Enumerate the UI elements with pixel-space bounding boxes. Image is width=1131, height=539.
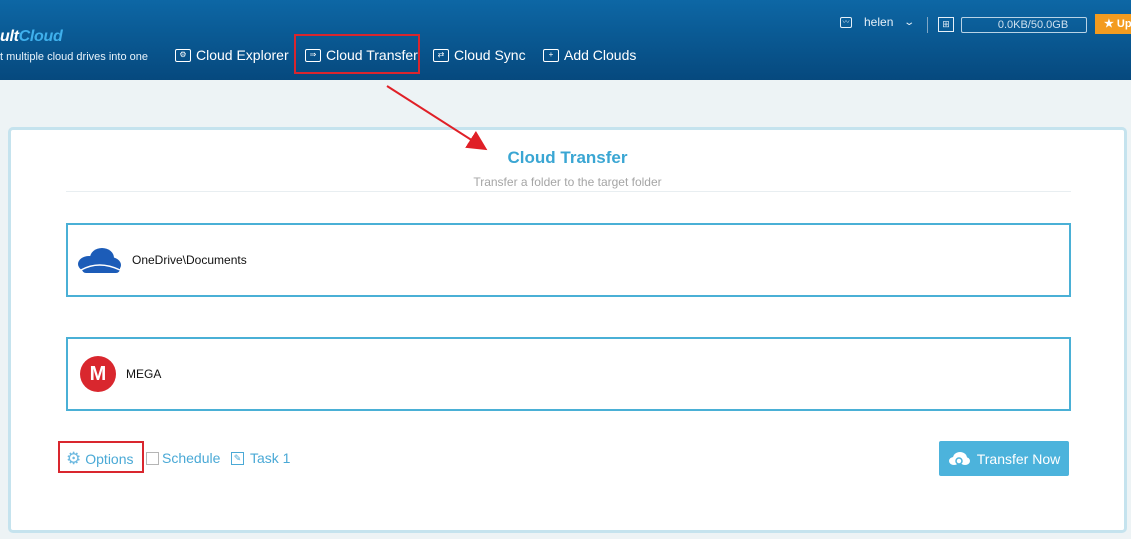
nav-cloud-sync[interactable]: ⇄ Cloud Sync [433,36,526,74]
gear-icon: ⚙ [66,449,82,468]
transfer-now-button[interactable]: Transfer Now [939,441,1069,476]
options-link[interactable]: ⚙ Options [66,450,134,467]
mega-icon: M [80,356,116,392]
storage-usage: 0.0KB/50.0GB [961,17,1087,33]
task-label: Task 1 [250,450,291,466]
page-subtitle: Transfer a folder to the target folder [473,175,662,189]
chevron-down-icon: ⌄ [903,16,916,28]
app-header: ultCloud t multiple cloud drives into on… [0,0,1131,80]
edit-icon: ✎ [231,451,244,465]
header-divider [927,17,928,33]
divider [66,191,1071,192]
username: helen [864,15,894,29]
options-label: Options [85,450,134,467]
schedule-label: Schedule [162,450,221,466]
upgrade-button[interactable]: ★ Up [1095,14,1131,34]
schedule-toggle[interactable]: Schedule [146,450,220,466]
nav-label: Cloud Explorer [196,47,289,63]
cloud-upload-icon [948,451,970,465]
target-label: MEGA [126,367,162,381]
logo[interactable]: ultCloud [0,28,63,46]
source-selector[interactable]: OneDrive\Documents [66,223,1071,297]
activity-icon: 〰 [840,16,852,28]
onedrive-icon [78,248,121,273]
transfer-now-label: Transfer Now [976,450,1061,467]
nav-label: Cloud Sync [454,47,526,63]
schedule-checkbox[interactable] [146,451,159,465]
gift-icon[interactable]: ⊞ [938,17,954,32]
source-label: OneDrive\Documents [132,253,247,267]
tagline: t multiple cloud drives into one [0,51,148,63]
task-name[interactable]: ✎ Task 1 [231,450,290,466]
user-menu[interactable]: 〰 helen ⌄ [840,15,916,29]
target-selector[interactable]: M MEGA [66,337,1071,411]
nav-label: Add Clouds [564,47,637,63]
cloud-explorer-icon: ⚙ [175,48,191,62]
add-clouds-icon: + [543,48,559,62]
nav-cloud-explorer[interactable]: ⚙ Cloud Explorer [175,36,289,74]
nav-add-clouds[interactable]: + Add Clouds [543,36,636,74]
annotation-highlight-nav [294,34,420,74]
page-title: Cloud Transfer [507,148,628,167]
cloud-sync-icon: ⇄ [433,48,449,62]
